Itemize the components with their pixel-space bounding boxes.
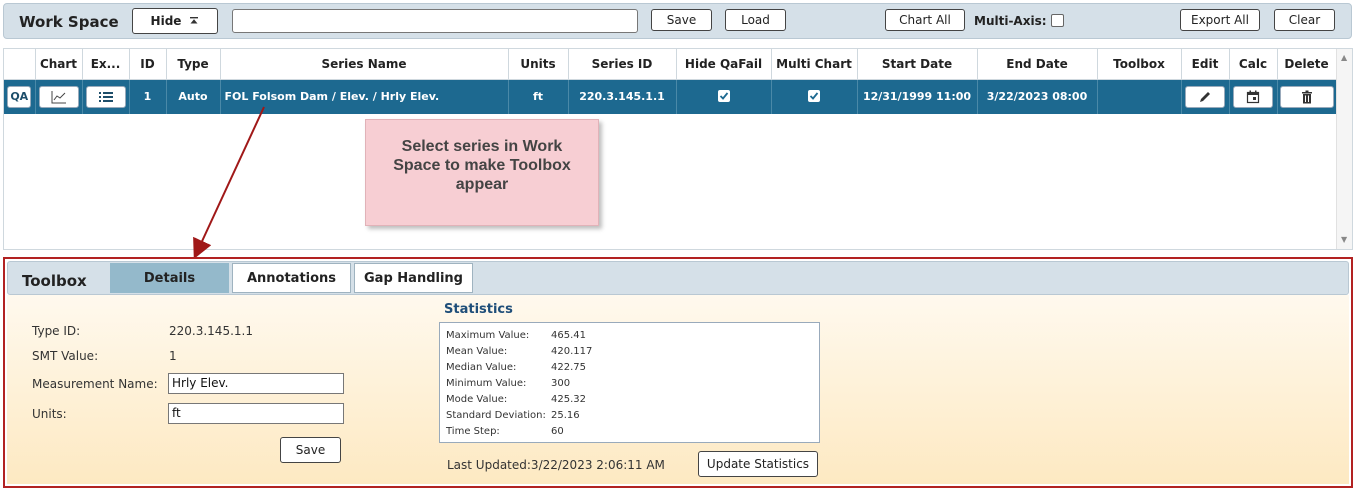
toolbox-panel: Toolbox Details Annotations Gap Handling… xyxy=(3,257,1353,488)
tab-annotations[interactable]: Annotations xyxy=(232,263,351,293)
toolbox-details-body: Type ID: 220.3.145.1.1 SMT Value: 1 Meas… xyxy=(7,295,1349,484)
stat-value: 422.75 xyxy=(551,362,586,373)
stat-value: 25.16 xyxy=(551,410,580,421)
last-updated-text: Last Updated:3/22/2023 2:06:11 AM xyxy=(447,458,665,472)
stat-label: Mode Value: xyxy=(446,394,508,405)
stat-label: Standard Deviation: xyxy=(446,410,546,421)
update-statistics-button[interactable]: Update Statistics xyxy=(698,451,818,477)
type-id-value: 220.3.145.1.1 xyxy=(169,324,253,338)
measurement-name-label: Measurement Name: xyxy=(32,377,158,391)
stat-value: 425.32 xyxy=(551,394,586,405)
stat-label: Minimum Value: xyxy=(446,378,527,389)
toolbox-header: Toolbox Details Annotations Gap Handling xyxy=(7,261,1349,295)
statistics-box: Maximum Value: 465.41 Mean Value: 420.11… xyxy=(439,322,820,443)
stat-value: 420.117 xyxy=(551,346,593,357)
tab-gap-handling[interactable]: Gap Handling xyxy=(354,263,473,293)
details-save-button[interactable]: Save xyxy=(280,437,341,463)
units-label: Units: xyxy=(32,407,67,421)
stat-value: 300 xyxy=(551,378,571,389)
stat-label: Maximum Value: xyxy=(446,330,530,341)
stat-label: Median Value: xyxy=(446,362,517,373)
measurement-name-field[interactable]: Hrly Elev. xyxy=(168,373,344,394)
smt-value-label: SMT Value: xyxy=(32,349,99,363)
stat-value: 60 xyxy=(551,426,564,437)
units-field[interactable]: ft xyxy=(168,403,344,424)
toolbox-title: Toolbox xyxy=(22,272,87,290)
tab-details[interactable]: Details xyxy=(110,263,229,293)
statistics-title: Statistics xyxy=(444,302,513,317)
smt-value: 1 xyxy=(169,349,177,363)
stat-label: Time Step: xyxy=(446,426,500,437)
stat-label: Mean Value: xyxy=(446,346,508,357)
stat-value: 465.41 xyxy=(551,330,586,341)
type-id-label: Type ID: xyxy=(32,324,81,338)
